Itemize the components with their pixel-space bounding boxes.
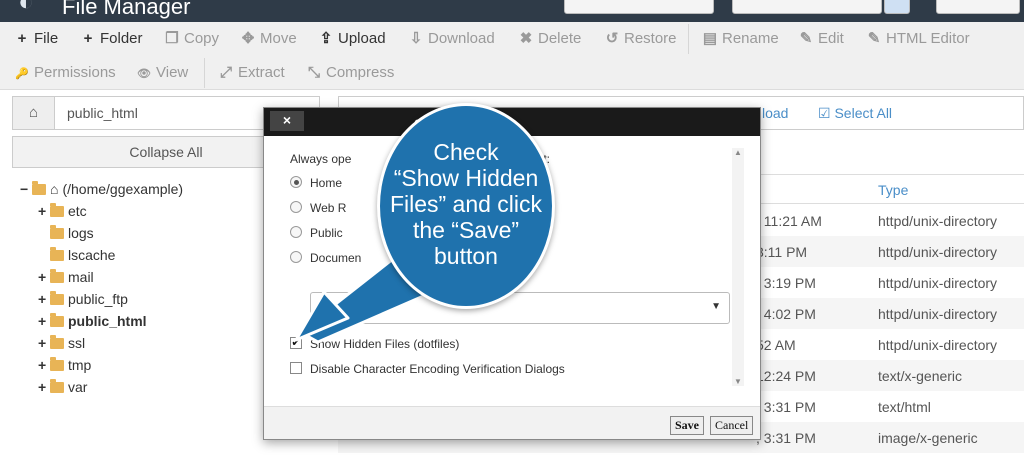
- callout-text: Check “Show Hidden Files” and click the …: [389, 139, 543, 269]
